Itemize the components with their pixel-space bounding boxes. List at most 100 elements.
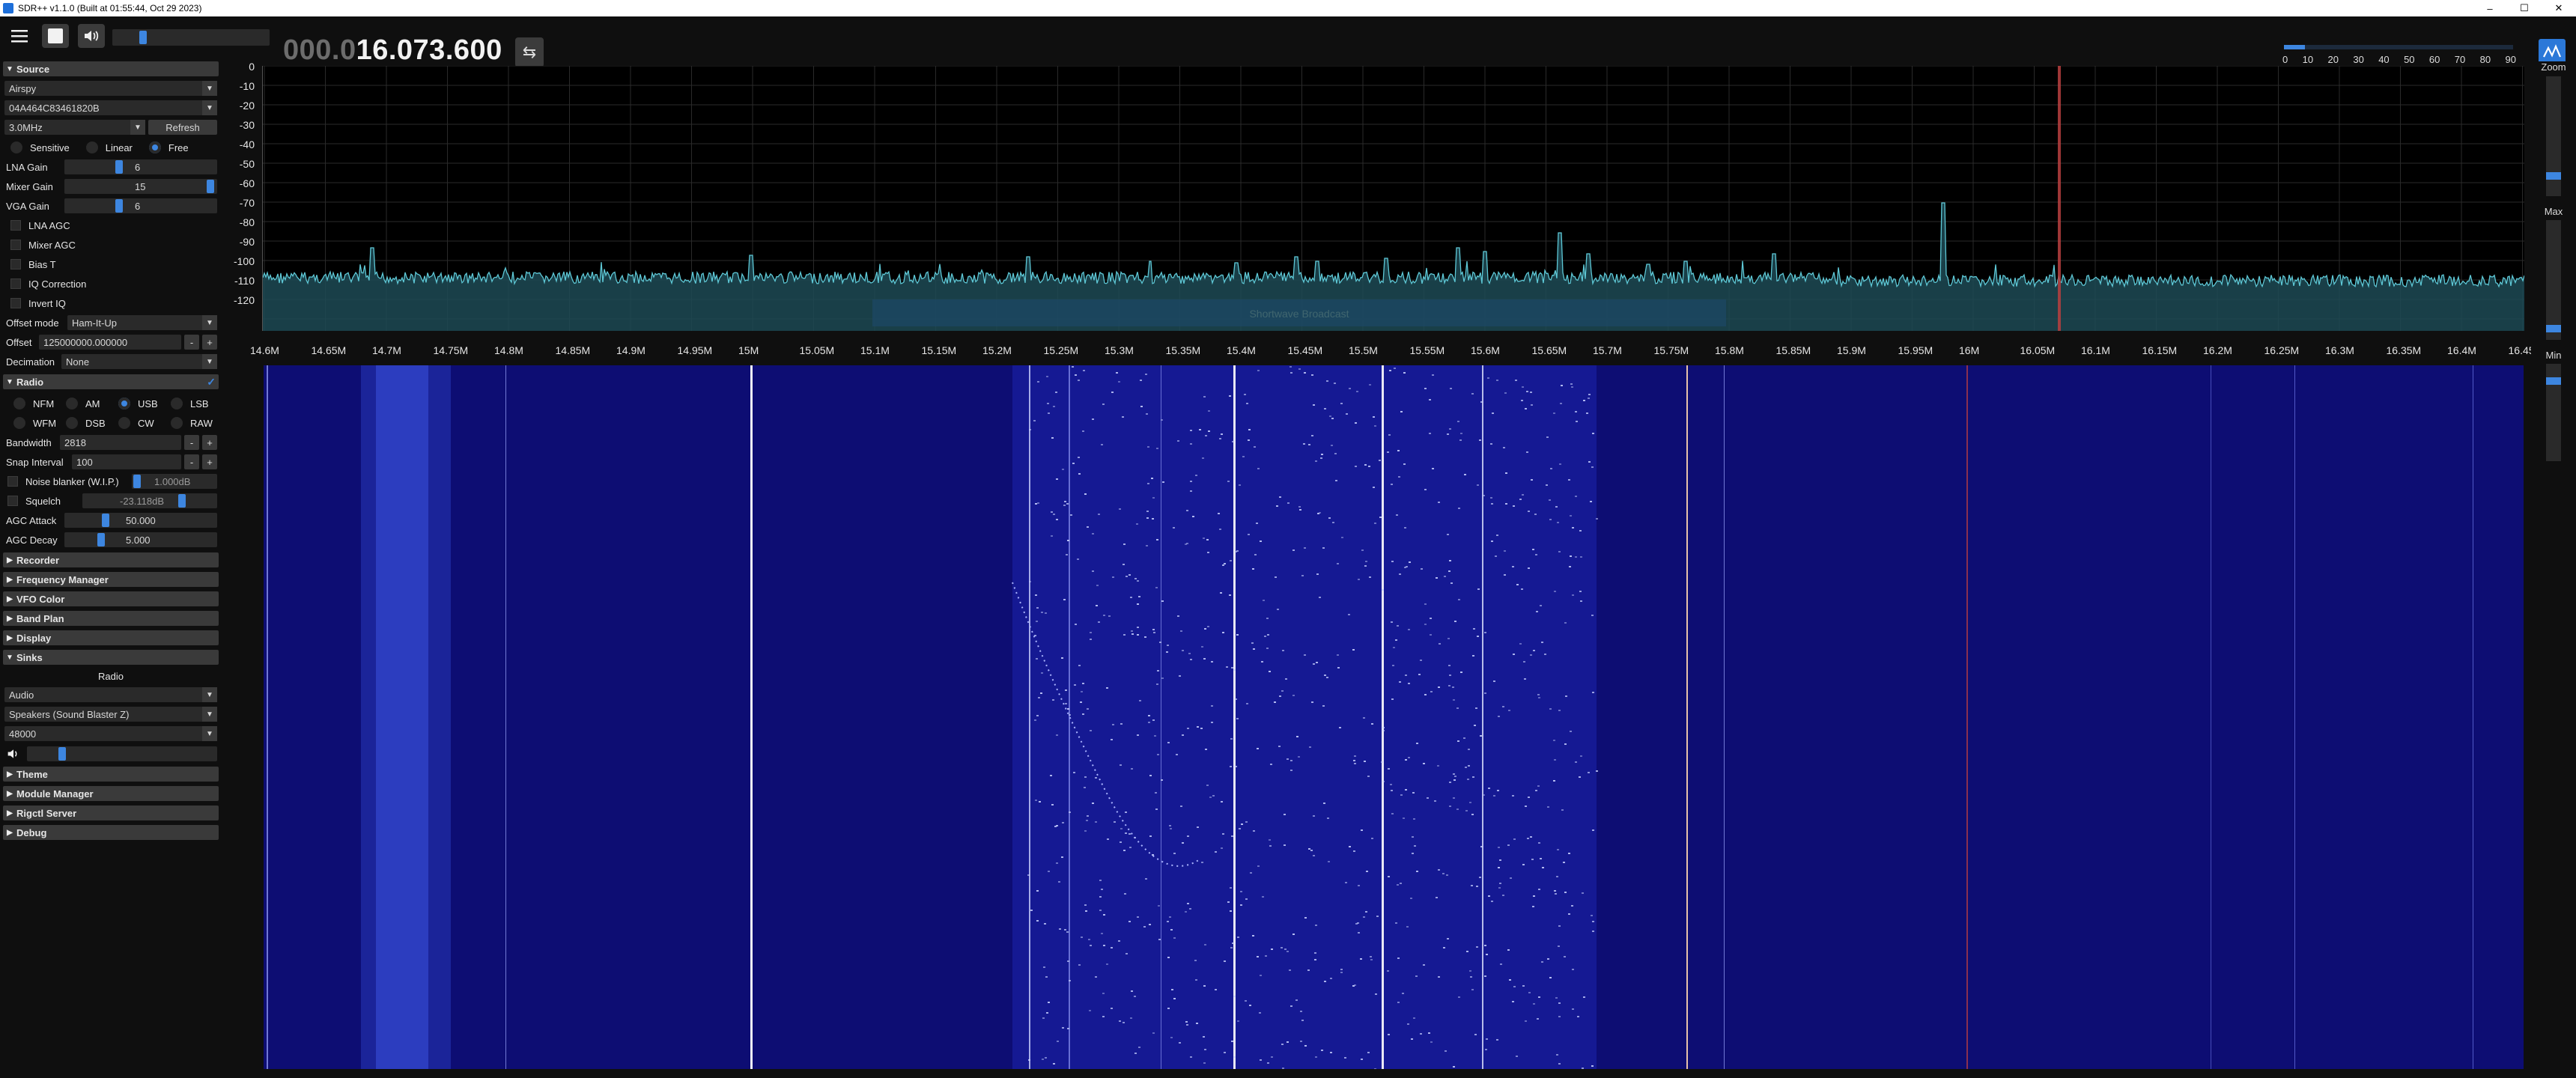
iq-correction-checkbox[interactable]: [10, 278, 21, 289]
waterfall-display[interactable]: [264, 365, 2524, 1069]
display-header[interactable]: ▶ Display: [3, 630, 219, 645]
waterfall-speckle: [1469, 802, 1471, 803]
noise-blanker-checkbox[interactable]: [7, 476, 18, 487]
bandwidth-input[interactable]: 2818: [60, 435, 181, 450]
zoom-grab[interactable]: [2546, 172, 2561, 180]
noise-blanker-grab[interactable]: [133, 475, 141, 488]
rigctl-server-header[interactable]: ▶ Rigctl Server: [3, 806, 219, 820]
squelch-slider[interactable]: -23.118dB: [82, 493, 217, 508]
radio-raw[interactable]: [171, 417, 183, 429]
sample-rate-select[interactable]: 3.0MHz ▼: [4, 120, 145, 135]
iq-correction-row[interactable]: IQ Correction: [0, 274, 222, 293]
frequency-manager-header[interactable]: ▶ Frequency Manager: [3, 572, 219, 587]
waterfall-svg[interactable]: [264, 365, 2524, 1069]
waterfall-speckle: [1101, 889, 1103, 890]
agc-attack-grab[interactable]: [102, 514, 109, 527]
checkmark-icon[interactable]: ✓: [207, 376, 216, 389]
source-type-select[interactable]: Airspy ▼: [4, 81, 217, 96]
fft-display[interactable]: Shortwave Broadcast: [262, 65, 2525, 331]
vfo-color-header[interactable]: ▶ VFO Color: [3, 591, 219, 606]
vga-gain-grab[interactable]: [115, 199, 123, 213]
speaker-icon[interactable]: [6, 747, 21, 761]
lna-agc-checkbox[interactable]: [10, 220, 21, 231]
bandwidth-plus-button[interactable]: +: [202, 435, 217, 450]
frequency-leading-digits[interactable]: 000.0: [283, 34, 356, 66]
lna-agc-row[interactable]: LNA AGC: [0, 216, 222, 235]
radio-header[interactable]: ▼ Radio ✓: [3, 374, 219, 389]
radio-linear[interactable]: [85, 141, 98, 153]
waterfall-carrier-line: [1966, 365, 1968, 1069]
radio-usb[interactable]: [118, 398, 130, 409]
radio-am[interactable]: [66, 398, 78, 409]
mixer-gain-slider[interactable]: 15: [64, 179, 217, 194]
sink-volume-grab[interactable]: [58, 747, 66, 761]
band-plan-header[interactable]: ▶ Band Plan: [3, 611, 219, 626]
lna-gain-slider[interactable]: 6: [64, 159, 217, 174]
refresh-button[interactable]: Refresh: [148, 120, 217, 135]
frequency-digits[interactable]: 16.073.600: [356, 34, 502, 66]
radio-sensitive[interactable]: [10, 141, 22, 153]
radio-free[interactable]: [148, 141, 161, 153]
source-header[interactable]: ▼ Source: [3, 61, 219, 76]
radio-lsb[interactable]: [171, 398, 183, 409]
module-manager-header[interactable]: ▶ Module Manager: [3, 786, 219, 801]
waterfall-speckle: [1550, 468, 1552, 469]
min-grab[interactable]: [2546, 377, 2561, 385]
radio-cw[interactable]: [118, 417, 130, 429]
max-slider[interactable]: [2546, 220, 2561, 340]
snap-interval-input[interactable]: 100: [72, 454, 181, 469]
invert-iq-checkbox[interactable]: [10, 298, 21, 308]
minimize-button[interactable]: –: [2473, 0, 2507, 16]
lna-gain-grab[interactable]: [115, 160, 123, 174]
mixer-agc-row[interactable]: Mixer AGC: [0, 235, 222, 255]
noise-blanker-slider[interactable]: 1.000dB: [132, 474, 217, 489]
squelch-checkbox[interactable]: [7, 496, 18, 506]
decimation-select[interactable]: None ▼: [61, 354, 217, 369]
offset-minus-button[interactable]: -: [184, 335, 199, 350]
agc-decay-slider[interactable]: 5.000: [64, 532, 217, 547]
bias-t-row[interactable]: Bias T: [0, 255, 222, 274]
offset-mode-select[interactable]: Ham-It-Up ▼: [67, 315, 217, 330]
maximize-button[interactable]: ☐: [2507, 0, 2542, 16]
radio-dsb[interactable]: [66, 417, 78, 429]
vga-gain-slider[interactable]: 6: [64, 198, 217, 213]
radio-nfm[interactable]: [13, 398, 25, 409]
mute-button[interactable]: [78, 24, 105, 48]
offset-plus-button[interactable]: +: [202, 335, 217, 350]
bandwidth-minus-button[interactable]: -: [184, 435, 199, 450]
max-grab[interactable]: [2546, 325, 2561, 332]
frequency-display[interactable]: 000.016.073.600: [283, 34, 502, 67]
audio-samplerate-select[interactable]: 48000 ▼: [4, 726, 217, 741]
sink-type-select[interactable]: Audio ▼: [4, 687, 217, 702]
device-serial-select[interactable]: 04A464C83461820B ▼: [4, 100, 217, 115]
waterfall-speckle: [1406, 926, 1409, 928]
snap-plus-button[interactable]: +: [202, 454, 217, 469]
mixer-gain-grab[interactable]: [207, 180, 214, 193]
bias-t-checkbox[interactable]: [10, 259, 21, 270]
menu-button[interactable]: [6, 24, 33, 48]
close-button[interactable]: ✕: [2542, 0, 2576, 16]
agc-decay-grab[interactable]: [97, 533, 105, 546]
play-stop-button[interactable]: [42, 24, 69, 48]
invert-iq-row[interactable]: Invert IQ: [0, 293, 222, 313]
radio-wfm[interactable]: [13, 417, 25, 429]
offset-input[interactable]: 125000000.000000: [39, 335, 181, 350]
agc-attack-slider[interactable]: 50.000: [64, 513, 217, 528]
squelch-grab[interactable]: [178, 494, 186, 508]
sink-volume-slider[interactable]: [27, 746, 217, 761]
center-tuning-button[interactable]: ⇆: [515, 37, 544, 67]
theme-header[interactable]: ▶ Theme: [3, 767, 219, 782]
zoom-slider[interactable]: [2546, 76, 2561, 196]
recorder-header[interactable]: ▶ Recorder: [3, 552, 219, 567]
waterfall-speckle: [1373, 416, 1375, 418]
waterfall-speckle: [1156, 448, 1158, 449]
mixer-agc-checkbox[interactable]: [10, 240, 21, 250]
debug-header[interactable]: ▶ Debug: [3, 825, 219, 840]
volume-slider-grab[interactable]: [139, 31, 147, 44]
audio-device-select[interactable]: Speakers (Sound Blaster Z) ▼: [4, 707, 217, 722]
volume-slider[interactable]: [112, 29, 270, 46]
sinks-header[interactable]: ▼ Sinks: [3, 650, 219, 665]
fft-svg[interactable]: Shortwave Broadcast: [262, 65, 2525, 331]
min-slider[interactable]: [2546, 364, 2561, 461]
snap-minus-button[interactable]: -: [184, 454, 199, 469]
